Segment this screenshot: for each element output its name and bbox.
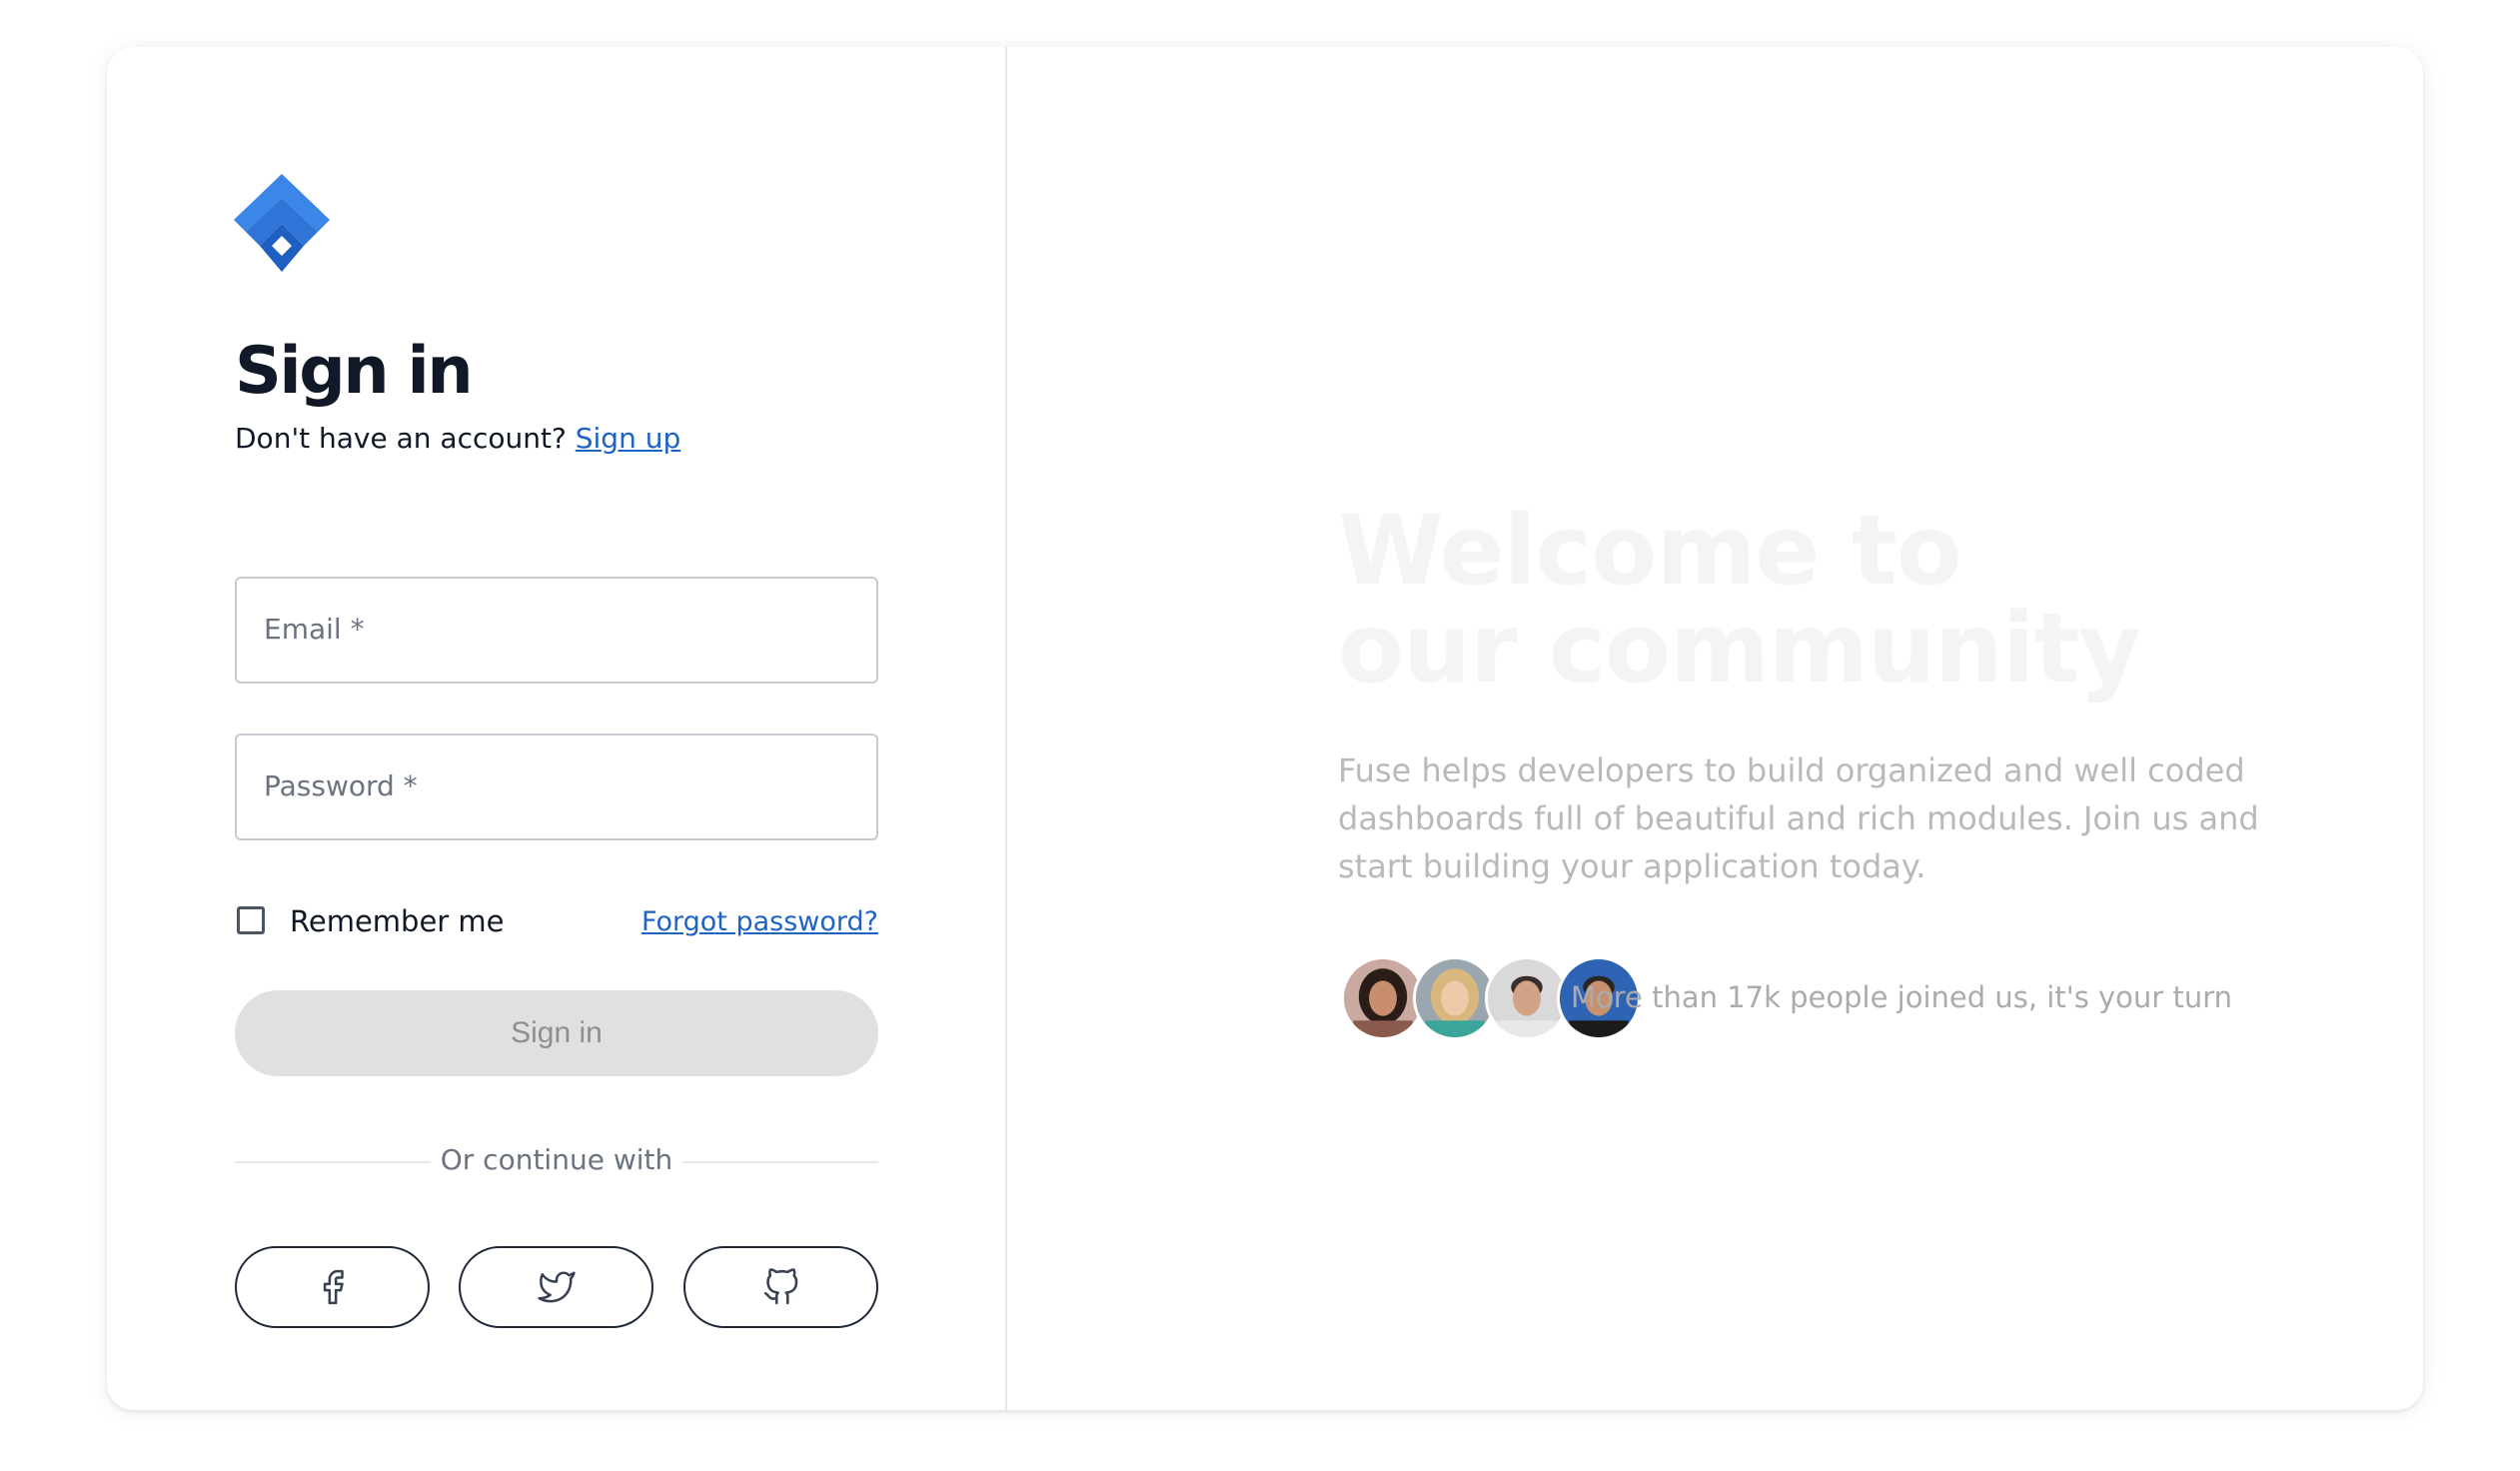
remember-checkbox[interactable] xyxy=(237,906,265,934)
signup-link[interactable]: Sign up xyxy=(576,422,681,455)
forgot-password-link[interactable]: Forgot password? xyxy=(641,906,878,937)
facebook-button[interactable] xyxy=(235,1246,430,1328)
page-title: Sign in xyxy=(235,334,474,409)
twitter-icon xyxy=(537,1271,576,1303)
promo-headline-line1: Welcome to xyxy=(1338,495,1962,607)
password-field[interactable]: Password * xyxy=(235,734,878,840)
promo-description: Fuse helps developers to build organized… xyxy=(1338,751,2259,885)
facebook-icon xyxy=(323,1269,344,1305)
password-input[interactable] xyxy=(237,736,876,838)
promo-headline: Welcome to our community xyxy=(1338,495,2141,705)
signup-prompt: Don't have an account? Sign up xyxy=(235,422,680,455)
twitter-button[interactable] xyxy=(459,1246,653,1328)
email-input[interactable] xyxy=(237,579,876,682)
continue-divider: Or continue with xyxy=(235,1143,878,1179)
remember-row: Remember me Forgot password? xyxy=(235,904,878,938)
no-account-text: Don't have an account? xyxy=(235,422,567,455)
divider-line-right xyxy=(682,1161,878,1163)
github-button[interactable] xyxy=(683,1246,878,1328)
github-icon xyxy=(763,1268,797,1305)
remember-label[interactable]: Remember me xyxy=(290,904,505,938)
promo-panel xyxy=(1009,47,2423,1410)
joined-text: More than 17k people joined us, it's you… xyxy=(1571,980,2232,1014)
email-field[interactable]: Email * xyxy=(235,577,878,684)
signin-button[interactable]: Sign in xyxy=(235,990,878,1076)
divider-text: Or continue with xyxy=(440,1143,673,1176)
signin-panel: Sign in Don't have an account? Sign up E… xyxy=(107,47,1007,1410)
fuse-logo-icon xyxy=(234,174,330,272)
promo-headline-line2: our community xyxy=(1338,593,2141,705)
signin-card: Sign in Don't have an account? Sign up E… xyxy=(107,47,2423,1410)
